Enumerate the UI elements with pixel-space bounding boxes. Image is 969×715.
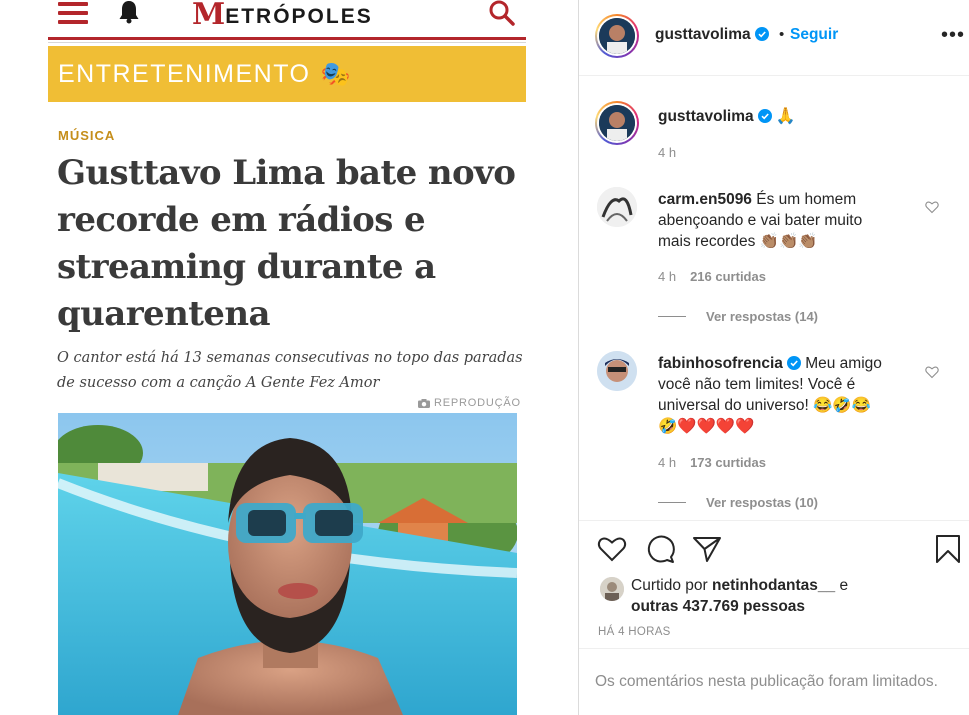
- theater-masks-icon: 🎭: [320, 60, 351, 88]
- post-header: gusttavolima • Seguir •••: [579, 0, 969, 76]
- actions-separator: [579, 520, 969, 521]
- share-icon[interactable]: [691, 533, 723, 565]
- author-username-text[interactable]: gusttavolima: [655, 26, 751, 43]
- view-replies-button[interactable]: Ver respostas (10): [658, 495, 818, 510]
- comment-body-line: universal do universo! 😂🤣😂: [658, 397, 871, 414]
- comment-icon[interactable]: [644, 533, 676, 565]
- caption-username[interactable]: gusttavolima: [658, 108, 754, 125]
- liked-by-user[interactable]: netinhodantas__: [712, 577, 835, 594]
- comment-body-line: Meu amigo: [805, 355, 882, 372]
- heart-icon[interactable]: [596, 533, 628, 565]
- post-timestamp[interactable]: HÁ 4 HORAS: [598, 626, 671, 638]
- caption-text: gusttavolima 🙏: [658, 106, 796, 127]
- section-banner: ENTRETENIMENTO 🎭: [48, 46, 526, 102]
- comments-limited-notice: Os comentários nesta publicação foram li…: [595, 673, 938, 690]
- bookmark-icon[interactable]: [932, 533, 964, 565]
- verified-icon: [786, 356, 801, 370]
- site-logo: M ETRÓPOLES: [192, 0, 373, 30]
- header-separator: •: [779, 26, 785, 43]
- header-rule-light: [48, 42, 526, 43]
- comment-text: fabinhosofrencia Meu amigo você não tem …: [658, 353, 918, 437]
- liked-by-and: e: [839, 577, 849, 594]
- hamburger-icon: [58, 2, 88, 24]
- photo-credit: REPRODUÇÃO: [418, 397, 521, 409]
- logo-initial: M: [192, 0, 226, 32]
- comment-time[interactable]: 4 h: [658, 269, 676, 284]
- comment-meta: 4 h 216 curtidas: [658, 269, 766, 284]
- liked-by-prefix: Curtido por: [631, 577, 708, 594]
- caption-avatar[interactable]: [595, 101, 639, 145]
- caption-time[interactable]: 4 h: [658, 145, 676, 160]
- verified-icon: [757, 109, 772, 123]
- view-replies-label[interactable]: Ver respostas (10): [706, 495, 818, 510]
- author-username[interactable]: gusttavolima: [655, 26, 769, 44]
- comment-likes[interactable]: 173 curtidas: [690, 455, 766, 470]
- comment-username[interactable]: fabinhosofrencia: [658, 355, 783, 372]
- camera-icon: [418, 398, 430, 408]
- bell-icon: [119, 1, 139, 24]
- caption-emoji: 🙏: [775, 108, 796, 125]
- screenshot-stage: M ETRÓPOLES ENTRETENIMENTO 🎭 MÚSICA Gust…: [0, 0, 969, 715]
- search-icon: [489, 0, 515, 26]
- comment-text: carm.en5096 És um homem abençoando e vai…: [658, 189, 898, 252]
- comment-body-line: você não tem limites! Você é: [658, 376, 856, 393]
- author-avatar[interactable]: [595, 14, 639, 58]
- heart-icon[interactable]: [925, 365, 939, 379]
- caption-meta: 4 h: [658, 145, 676, 160]
- follow-button[interactable]: Seguir: [790, 26, 838, 44]
- more-options-icon[interactable]: •••: [941, 24, 965, 47]
- photo-credit-text: REPRODUÇÃO: [434, 397, 521, 409]
- article-screenshot: M ETRÓPOLES ENTRETENIMENTO 🎭 MÚSICA Gust…: [0, 0, 578, 715]
- liked-by-others[interactable]: outras 437.769 pessoas: [631, 598, 805, 615]
- comments-separator: [579, 648, 969, 649]
- section-label: ENTRETENIMENTO: [58, 59, 311, 88]
- site-header: M ETRÓPOLES: [48, 0, 526, 40]
- view-replies-label[interactable]: Ver respostas (14): [706, 309, 818, 324]
- liked-by-avatar[interactable]: [600, 577, 624, 601]
- comment-time[interactable]: 4 h: [658, 455, 676, 470]
- replies-line: [658, 316, 686, 317]
- replies-line: [658, 502, 686, 503]
- article-subhead: O cantor está há 13 semanas consecutivas…: [57, 350, 523, 391]
- verified-icon: [754, 27, 769, 41]
- logo-text: ETRÓPOLES: [225, 5, 373, 28]
- instagram-panel: gusttavolima • Seguir ••• gusttavolima 🙏…: [579, 0, 969, 715]
- comment-avatar[interactable]: [597, 187, 637, 227]
- comment-avatar[interactable]: [597, 351, 637, 391]
- view-replies-button[interactable]: Ver respostas (14): [658, 309, 818, 324]
- comment-likes[interactable]: 216 curtidas: [690, 269, 766, 284]
- likes-summary: Curtido por netinhodantas__ e outras 437…: [631, 575, 931, 617]
- article-kicker: MÚSICA: [58, 128, 116, 143]
- header-rule: [48, 37, 526, 40]
- article-headline: Gusttavo Lima bate novo recorde em rádio…: [57, 153, 516, 334]
- article-photo: [58, 413, 517, 715]
- comment-username[interactable]: carm.en5096: [658, 191, 752, 208]
- heart-icon[interactable]: [925, 200, 939, 214]
- comment-body-line: 🤣❤️❤️❤️❤️: [658, 418, 755, 435]
- comment-meta: 4 h 173 curtidas: [658, 455, 766, 470]
